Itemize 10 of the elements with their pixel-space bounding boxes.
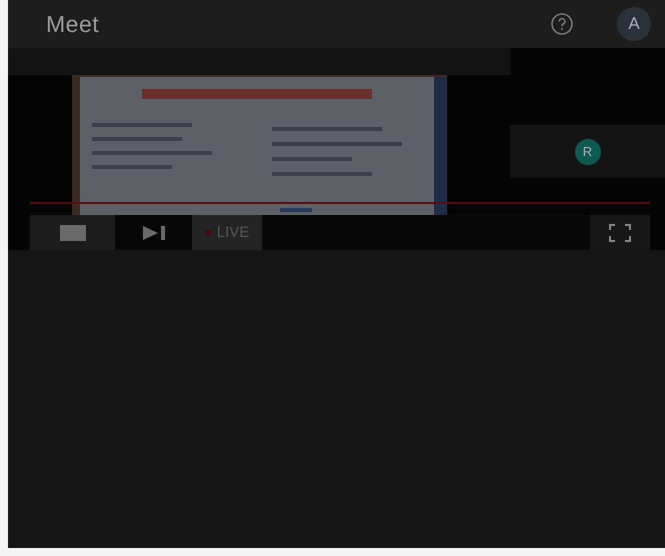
- stop-icon: [60, 224, 86, 240]
- help-icon: [550, 12, 574, 36]
- app-title: Meet: [46, 10, 100, 38]
- fullscreen-icon: [609, 224, 631, 242]
- skip-next-icon: [142, 226, 164, 240]
- participant-avatar[interactable]: R: [574, 138, 600, 164]
- stop-button[interactable]: [30, 215, 115, 250]
- live-dot-icon: [204, 230, 211, 236]
- fullscreen-button[interactable]: [590, 215, 650, 250]
- account-avatar[interactable]: A: [617, 7, 651, 41]
